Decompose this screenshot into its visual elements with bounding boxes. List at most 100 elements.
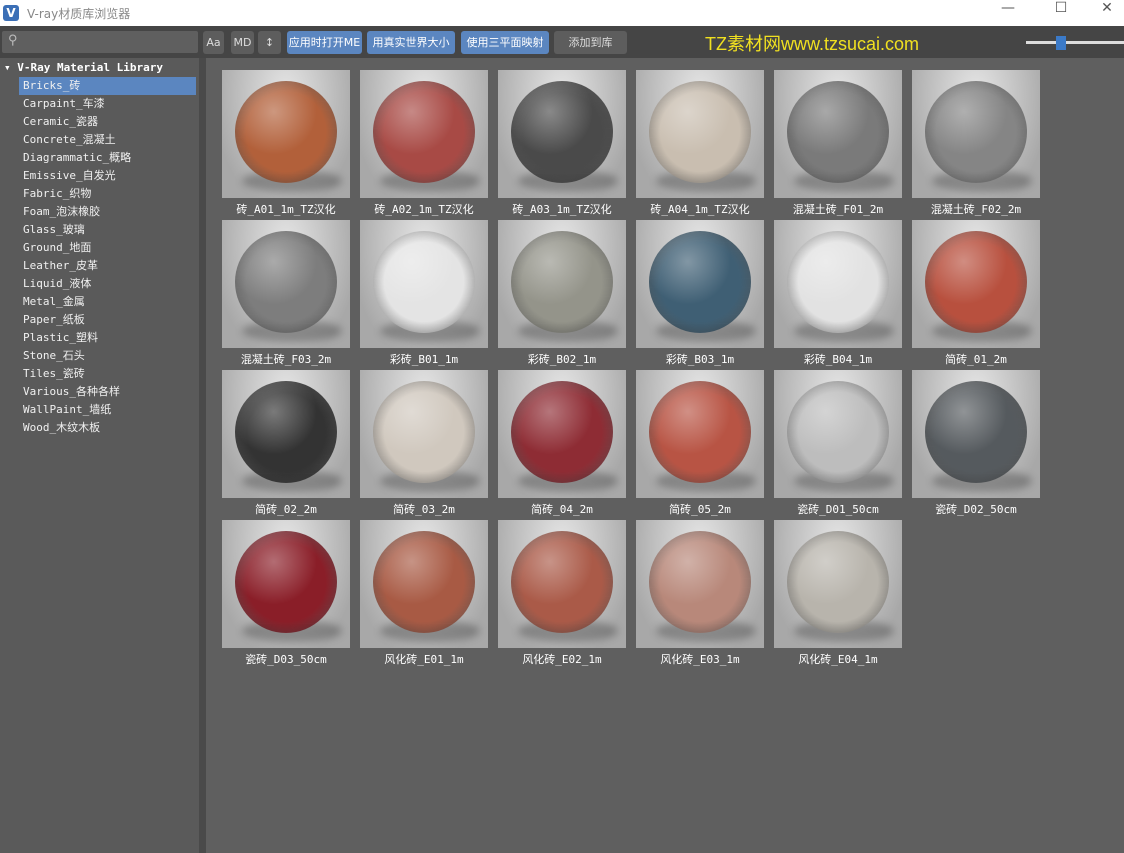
- material-thumbnail[interactable]: [222, 220, 350, 348]
- material-sphere: [373, 81, 475, 183]
- material-tile[interactable]: 混凝土砖_F02_2m: [912, 70, 1040, 217]
- material-thumbnail[interactable]: [912, 70, 1040, 198]
- panel-splitter[interactable]: [199, 58, 206, 853]
- material-thumbnail[interactable]: [636, 220, 764, 348]
- material-thumbnail[interactable]: [636, 370, 764, 498]
- material-thumbnail[interactable]: [222, 520, 350, 648]
- tree-item[interactable]: Concrete_混凝土: [19, 131, 196, 149]
- material-thumbnail[interactable]: [774, 520, 902, 648]
- sort-button[interactable]: ↕: [258, 31, 281, 54]
- material-tile[interactable]: 彩砖_B01_1m: [360, 220, 488, 367]
- material-tile[interactable]: 彩砖_B02_1m: [498, 220, 626, 367]
- tree-item[interactable]: Diagrammatic_概略: [19, 149, 196, 167]
- material-thumbnail[interactable]: [222, 70, 350, 198]
- material-tile[interactable]: 风化砖_E03_1m: [636, 520, 764, 667]
- real-world-size-toggle[interactable]: 用真实世界大小: [367, 31, 455, 54]
- tree-item[interactable]: Ceramic_瓷器: [19, 113, 196, 131]
- material-name: 彩砖_B01_1m: [389, 353, 459, 366]
- material-thumbnail[interactable]: [774, 220, 902, 348]
- material-thumbnail[interactable]: [774, 70, 902, 198]
- slider-thumb[interactable]: [1056, 36, 1066, 50]
- tree-item[interactable]: Carpaint_车漆: [19, 95, 196, 113]
- material-tile[interactable]: 混凝土砖_F03_2m: [222, 220, 350, 367]
- material-thumbnail[interactable]: [222, 370, 350, 498]
- tree-item[interactable]: Foam_泡沫橡胶: [19, 203, 196, 221]
- material-name: 砖_A04_1m_TZ汉化: [650, 203, 750, 216]
- match-case-button[interactable]: Aa: [203, 31, 224, 54]
- material-tile[interactable]: 简砖_05_2m: [636, 370, 764, 517]
- material-tile[interactable]: 风化砖_E04_1m: [774, 520, 902, 667]
- material-name: 砖_A02_1m_TZ汉化: [374, 203, 474, 216]
- material-tile[interactable]: 瓷砖_D03_50cm: [222, 520, 350, 667]
- material-tile[interactable]: 砖_A04_1m_TZ汉化: [636, 70, 764, 217]
- material-tile[interactable]: 风化砖_E01_1m: [360, 520, 488, 667]
- material-thumbnail[interactable]: [912, 220, 1040, 348]
- material-tile[interactable]: 风化砖_E02_1m: [498, 520, 626, 667]
- tree-item[interactable]: Paper_纸板: [19, 311, 196, 329]
- tree-item[interactable]: Emissive_自发光: [19, 167, 196, 185]
- material-name: 风化砖_E03_1m: [660, 653, 740, 666]
- tree-item[interactable]: Wood_木纹木板: [19, 419, 196, 437]
- tree-item[interactable]: Bricks_砖: [19, 77, 196, 95]
- close-button[interactable]: ✕: [1084, 0, 1124, 26]
- maximize-button[interactable]: ☐: [1038, 0, 1084, 26]
- apply-open-me-toggle[interactable]: 应用时打开ME: [287, 31, 362, 54]
- material-thumbnail[interactable]: [360, 370, 488, 498]
- material-thumbnail[interactable]: [498, 70, 626, 198]
- tree-item[interactable]: Metal_金属: [19, 293, 196, 311]
- material-thumbnail[interactable]: [774, 370, 902, 498]
- material-sphere: [511, 231, 613, 333]
- tree-item[interactable]: Tiles_瓷砖: [19, 365, 196, 383]
- material-thumbnail[interactable]: [636, 70, 764, 198]
- material-tile[interactable]: 简砖_03_2m: [360, 370, 488, 517]
- material-tile[interactable]: 彩砖_B04_1m: [774, 220, 902, 367]
- material-tile[interactable]: 砖_A02_1m_TZ汉化: [360, 70, 488, 217]
- tree-item[interactable]: Fabric_织物: [19, 185, 196, 203]
- tree-item[interactable]: WallPaint_墙纸: [19, 401, 196, 419]
- material-tile[interactable]: 简砖_02_2m: [222, 370, 350, 517]
- tree-root[interactable]: ▾ V-Ray Material Library: [4, 61, 163, 74]
- material-name: 风化砖_E01_1m: [384, 653, 464, 666]
- material-thumbnail[interactable]: [912, 370, 1040, 498]
- material-sphere: [649, 381, 751, 483]
- tree-item[interactable]: Plastic_塑料: [19, 329, 196, 347]
- material-sphere: [787, 381, 889, 483]
- thumbnail-size-slider[interactable]: [1026, 36, 1124, 50]
- material-name: 瓷砖_D03_50cm: [245, 653, 327, 666]
- tree-item[interactable]: Ground_地面: [19, 239, 196, 257]
- search-input[interactable]: ⚲: [2, 31, 198, 53]
- material-tile[interactable]: 简砖_04_2m: [498, 370, 626, 517]
- material-tile[interactable]: 瓷砖_D01_50cm: [774, 370, 902, 517]
- material-sphere: [235, 531, 337, 633]
- tree-item[interactable]: Leather_皮革: [19, 257, 196, 275]
- material-tile[interactable]: 混凝土砖_F01_2m: [774, 70, 902, 217]
- material-thumbnail[interactable]: [360, 70, 488, 198]
- tree-item[interactable]: Liquid_液体: [19, 275, 196, 293]
- material-name: 彩砖_B03_1m: [665, 353, 735, 366]
- material-thumbnail[interactable]: [498, 520, 626, 648]
- material-name: 风化砖_E04_1m: [798, 653, 878, 666]
- material-thumbnail[interactable]: [498, 220, 626, 348]
- library-tree: ▾ V-Ray Material Library Bricks_砖 Carpain…: [0, 58, 199, 853]
- material-tile[interactable]: 彩砖_B03_1m: [636, 220, 764, 367]
- material-name: 彩砖_B02_1m: [527, 353, 597, 366]
- add-to-library-button[interactable]: 添加到库: [554, 31, 627, 54]
- material-tile[interactable]: 砖_A03_1m_TZ汉化: [498, 70, 626, 217]
- tree-item[interactable]: Glass_玻璃: [19, 221, 196, 239]
- material-tile[interactable]: 砖_A01_1m_TZ汉化: [222, 70, 350, 217]
- tree-item[interactable]: Various_各种各样: [19, 383, 196, 401]
- material-tile[interactable]: 瓷砖_D02_50cm: [912, 370, 1040, 517]
- minimize-button[interactable]: —: [985, 0, 1031, 26]
- md-button[interactable]: MD: [231, 31, 254, 54]
- tree-item[interactable]: Stone_石头: [19, 347, 196, 365]
- magnifier-icon: ⚲: [8, 33, 18, 48]
- material-thumbnail[interactable]: [360, 520, 488, 648]
- material-name: 瓷砖_D01_50cm: [797, 503, 879, 516]
- triplanar-toggle[interactable]: 使用三平面映射: [461, 31, 549, 54]
- material-sphere: [511, 381, 613, 483]
- material-thumbnail[interactable]: [498, 370, 626, 498]
- material-thumbnail[interactable]: [636, 520, 764, 648]
- vray-logo-icon: V: [3, 5, 19, 21]
- material-tile[interactable]: 简砖_01_2m: [912, 220, 1040, 367]
- material-thumbnail[interactable]: [360, 220, 488, 348]
